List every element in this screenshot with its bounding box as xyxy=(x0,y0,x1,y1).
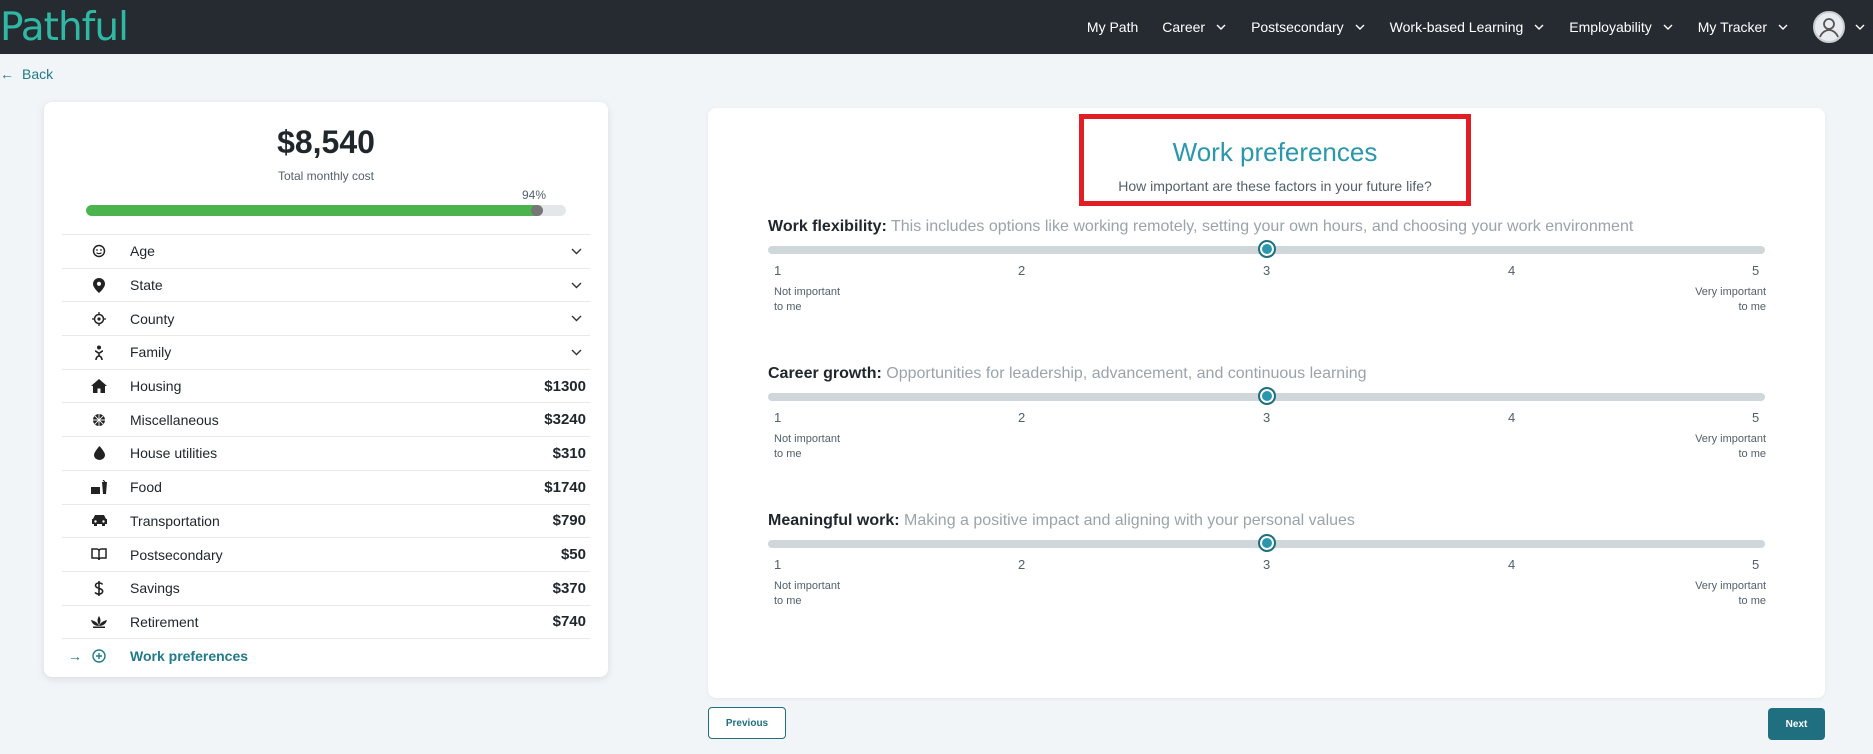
progress-bar-knob xyxy=(531,205,544,216)
family-icon xyxy=(89,345,109,360)
low-label: Not important to me xyxy=(774,580,841,607)
nav-career[interactable]: Career xyxy=(1162,19,1227,35)
tick-label: 5 xyxy=(1752,557,1760,572)
high-label: Very important to me xyxy=(1695,580,1766,607)
next-button[interactable]: Next xyxy=(1768,708,1825,740)
nav-my-tracker[interactable]: My Tracker xyxy=(1698,19,1789,35)
list-item-transportation: Transportation $790 xyxy=(62,503,590,538)
chevron-down-icon xyxy=(571,315,582,322)
tick-label: 5 xyxy=(1752,263,1760,278)
tick-label: 3 xyxy=(1263,263,1271,278)
previous-button[interactable]: Previous xyxy=(708,707,786,739)
back-link[interactable]: ← Back xyxy=(0,66,53,82)
slider-thumb[interactable] xyxy=(1257,240,1276,258)
list-item-house-utilities: House utilities $310 xyxy=(62,436,590,470)
avatar xyxy=(1813,11,1845,43)
book-icon xyxy=(89,548,109,561)
list-item-retirement: Retirement $740 xyxy=(62,604,590,639)
chevron-down-icon xyxy=(1533,21,1545,33)
chevron-down-icon xyxy=(1662,21,1674,33)
food-icon xyxy=(89,480,109,495)
high-label: Very important to me xyxy=(1695,433,1766,460)
chevron-down-icon xyxy=(1215,21,1227,33)
list-item-postsecondary: Postsecondary $50 xyxy=(62,537,590,571)
list-item-miscellaneous: Miscellaneous $3240 xyxy=(62,402,590,436)
tick-label: 4 xyxy=(1508,557,1516,572)
arrow-left-icon: ← xyxy=(0,66,14,82)
title-highlight-box: Work preferences How important are these… xyxy=(1079,114,1471,206)
map-pin-icon xyxy=(89,277,109,293)
tick-label: 1 xyxy=(774,557,782,572)
ball-icon xyxy=(89,413,109,427)
nav-my-path[interactable]: My Path xyxy=(1087,19,1138,35)
chevron-down-icon xyxy=(571,282,582,289)
chevron-down-icon xyxy=(571,349,582,356)
nav-postsecondary[interactable]: Postsecondary xyxy=(1251,19,1366,35)
cost-category-list: Age State County Family Housing $1300 Mi… xyxy=(62,234,590,672)
tick-label: 1 xyxy=(774,410,782,425)
chevron-down-icon xyxy=(1777,21,1789,33)
top-navigation-bar: Pathful My Path Career Postsecondary Wor… xyxy=(0,0,1873,54)
progress-percent: 94% xyxy=(521,188,546,202)
question-meaningful-work: Meaningful work: Making a positive impac… xyxy=(768,512,1768,607)
tick-label: 4 xyxy=(1508,410,1516,425)
list-item-housing: Housing $1300 xyxy=(62,368,590,403)
list-item-food: Food $1740 xyxy=(62,469,590,504)
tick-label: 5 xyxy=(1752,410,1760,425)
low-label: Not important to me xyxy=(774,286,841,313)
cost-summary-card: $8,540 Total monthly cost 94% Age State … xyxy=(44,102,608,677)
car-icon xyxy=(89,514,109,527)
house-icon xyxy=(89,379,109,394)
tick-label: 3 xyxy=(1263,410,1271,425)
user-menu[interactable] xyxy=(1813,11,1865,43)
page-subtitle: How important are these factors in your … xyxy=(1118,178,1432,194)
pathful-logo[interactable]: Pathful xyxy=(0,4,129,50)
chevron-down-icon xyxy=(571,248,582,255)
slider-thumb[interactable] xyxy=(1257,387,1276,405)
drop-icon xyxy=(89,446,109,461)
question-heading: Work flexibility: This includes options … xyxy=(768,218,1634,235)
slider-thumb[interactable] xyxy=(1257,534,1276,552)
question-work-flexibility: Work flexibility: This includes options … xyxy=(768,218,1768,313)
nav-work-based-learning[interactable]: Work-based Learning xyxy=(1390,19,1546,35)
high-label: Very important to me xyxy=(1695,286,1766,313)
tick-label: 3 xyxy=(1263,557,1271,572)
list-item-savings: Savings $370 xyxy=(62,570,590,605)
nav-employability[interactable]: Employability xyxy=(1569,19,1673,35)
question-career-growth: Career growth: Opportunities for leaders… xyxy=(768,365,1768,460)
question-heading: Career growth: Opportunities for leaders… xyxy=(768,365,1367,382)
work-preferences-panel: Work preferences How important are these… xyxy=(708,108,1825,698)
progress-bar xyxy=(86,205,566,216)
list-item-county[interactable]: County xyxy=(62,301,590,335)
page-title: Work preferences xyxy=(1172,137,1378,167)
face-icon xyxy=(89,244,109,258)
tick-label: 4 xyxy=(1508,263,1516,278)
plus-circle-icon xyxy=(89,648,109,663)
total-monthly-cost: $8,540 xyxy=(277,124,375,160)
arrow-right-icon: → xyxy=(68,647,82,664)
low-label: Not important to me xyxy=(774,433,841,460)
progress-bar-fill xyxy=(86,205,538,216)
chevron-down-icon xyxy=(1855,24,1865,30)
chevron-down-icon xyxy=(1354,21,1366,33)
list-item-work-preferences[interactable]: → Work preferences xyxy=(62,638,590,672)
tick-label: 2 xyxy=(1018,263,1026,278)
dollar-icon xyxy=(89,580,109,596)
question-heading: Meaningful work: Making a positive impac… xyxy=(768,512,1355,529)
tick-label: 2 xyxy=(1018,410,1026,425)
list-item-age[interactable]: Age xyxy=(62,234,590,268)
tick-label: 2 xyxy=(1018,557,1026,572)
lotus-icon xyxy=(89,615,109,628)
list-item-state[interactable]: State xyxy=(62,267,590,302)
total-monthly-cost-label: Total monthly cost xyxy=(277,169,375,183)
main-nav: My Path Career Postsecondary Work-based … xyxy=(1087,0,1873,54)
tick-label: 1 xyxy=(774,263,782,278)
target-icon xyxy=(89,311,109,326)
list-item-family[interactable]: Family xyxy=(62,335,590,369)
user-icon xyxy=(1819,18,1839,38)
